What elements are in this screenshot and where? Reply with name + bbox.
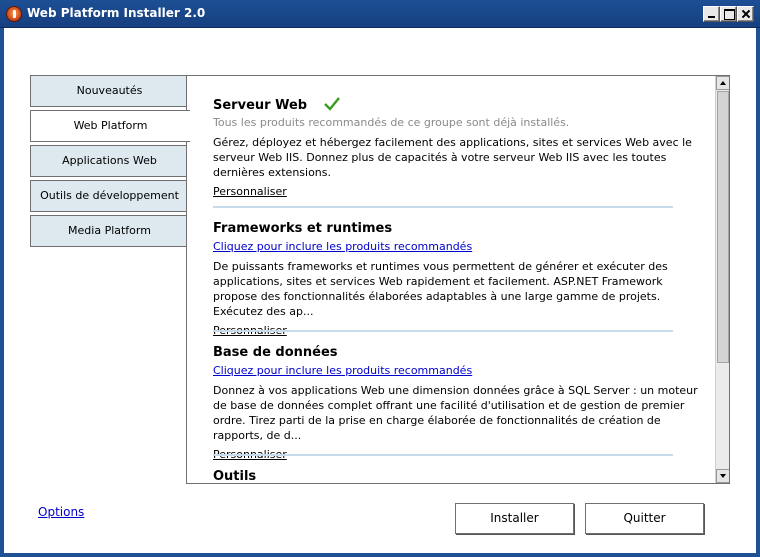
tab-nouveautes[interactable]: Nouveautés [30,75,188,107]
tab-web-platform[interactable]: Web Platform [30,110,190,142]
section-serveur-web: Serveur Web Tous les produits recommandé… [213,97,703,199]
products-list: Serveur Web Tous les produits recommandé… [187,76,715,483]
include-recommended-link[interactable]: Cliquez pour inclure les produits recomm… [213,240,703,254]
section-title: Outils [213,469,257,483]
vertical-scrollbar[interactable] [715,76,729,483]
tab-applications-web[interactable]: Applications Web [30,145,188,177]
tab-label: Outils de développement [40,189,179,202]
section-divider [213,330,673,332]
checkmark-icon [323,97,340,111]
section-base-de-donnees: Base de données Cliquez pour inclure les… [213,345,703,462]
minimize-button[interactable] [703,6,720,22]
include-recommended-link[interactable]: Cliquez pour inclure les produits recomm… [213,364,703,378]
close-button[interactable] [737,6,754,22]
window-title: Web Platform Installer 2.0 [27,6,206,20]
tab-label: Media Platform [68,224,151,237]
scroll-thumb[interactable] [717,91,729,363]
options-link[interactable]: Options [38,505,84,519]
tab-label: Web Platform [73,119,148,132]
section-title: Serveur Web [213,97,703,114]
customize-link[interactable]: Personnaliser [213,185,287,199]
section-status: Tous les produits recommandés de ce grou… [213,116,570,129]
scroll-up-icon[interactable] [716,76,729,90]
install-button[interactable]: Installer [455,503,574,534]
section-divider [213,454,673,456]
section-description: Gérez, déployez et hébergez facilement d… [213,136,692,179]
section-frameworks: Frameworks et runtimes Cliquez pour incl… [213,221,703,338]
tab-outils-developpement[interactable]: Outils de développement [30,180,188,212]
section-divider [213,206,673,208]
quit-button[interactable]: Quitter [585,503,704,534]
section-title-text: Serveur Web [213,98,308,113]
section-description: Donnez à vos applications Web une dimens… [213,384,698,442]
scroll-down-icon[interactable] [716,469,729,483]
content-panel: Serveur Web Tous les produits recommandé… [186,75,730,484]
tab-label: Applications Web [62,154,157,167]
section-description: De puissants frameworks et runtimes vous… [213,260,668,318]
tab-media-platform[interactable]: Media Platform [30,215,188,247]
tab-label: Nouveautés [76,84,143,97]
title-bar[interactable]: Web Platform Installer 2.0 [0,0,760,28]
app-icon[interactable] [6,6,22,22]
maximize-button[interactable] [720,6,737,22]
section-title: Base de données [213,345,338,360]
section-outils: Outils [213,469,703,483]
section-title: Frameworks et runtimes [213,221,393,236]
